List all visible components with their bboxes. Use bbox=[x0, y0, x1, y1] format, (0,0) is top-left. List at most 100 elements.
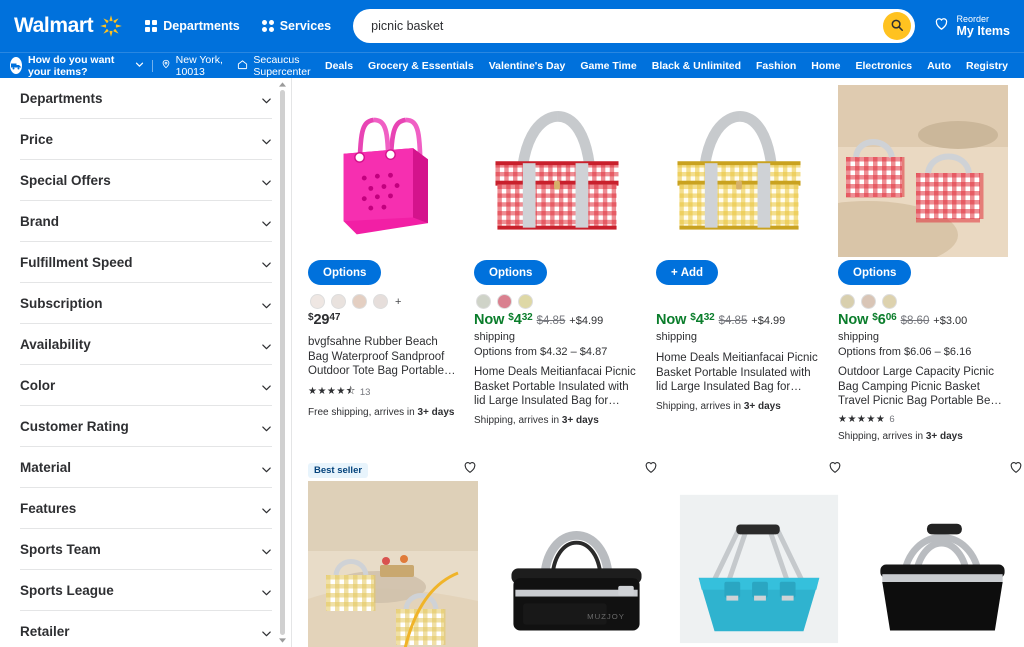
favorite-heart-icon[interactable] bbox=[462, 459, 478, 475]
color-swatch[interactable] bbox=[476, 294, 491, 309]
favorite-heart-icon[interactable] bbox=[1008, 459, 1024, 475]
services-menu[interactable]: Services bbox=[261, 19, 332, 33]
services-label: Services bbox=[279, 19, 332, 33]
filter-features[interactable]: Features bbox=[20, 488, 272, 529]
nav-item-registry[interactable]: Registry bbox=[966, 60, 1008, 72]
nav-item-deals[interactable]: Deals bbox=[325, 60, 353, 72]
product-title[interactable]: Home Deals Meitianfacai Picnic Basket Po… bbox=[656, 351, 822, 395]
location-selector[interactable]: New York, 10013 bbox=[161, 54, 229, 78]
product-card[interactable]: MUZJOY bbox=[494, 456, 675, 647]
filter-material[interactable]: Material bbox=[20, 447, 272, 488]
color-swatch[interactable] bbox=[518, 294, 533, 309]
scrollbar-thumb[interactable] bbox=[280, 90, 285, 635]
filter-availability[interactable]: Availability bbox=[20, 324, 272, 365]
nav-item-home[interactable]: Home bbox=[811, 60, 840, 72]
cta-label: Add bbox=[680, 266, 704, 279]
price-was: $4.85 bbox=[536, 315, 566, 327]
color-swatch[interactable] bbox=[497, 294, 512, 309]
product-thumbnail[interactable] bbox=[675, 481, 843, 647]
filter-list: Departments Price Special Offers Brand F… bbox=[0, 78, 291, 647]
options-button[interactable]: Options bbox=[838, 260, 912, 285]
filter-customer-rating[interactable]: Customer Rating bbox=[20, 406, 272, 447]
product-thumbnail[interactable] bbox=[859, 481, 1024, 647]
nav-item-black-unlimited[interactable]: Black & Unlimited bbox=[652, 60, 741, 72]
product-rating[interactable]: ★★★★⯪ 13 bbox=[308, 384, 458, 401]
filter-retailer[interactable]: Retailer bbox=[20, 611, 272, 647]
search-input[interactable] bbox=[353, 9, 915, 43]
color-swatch[interactable] bbox=[373, 294, 388, 309]
filter-sports-league[interactable]: Sports League bbox=[20, 570, 272, 611]
product-title[interactable]: bvgfsahne Rubber Beach Bag Waterproof Sa… bbox=[308, 335, 458, 379]
nav-item-valentines[interactable]: Valentine's Day bbox=[489, 60, 566, 72]
best-seller-badge: Best seller bbox=[308, 462, 369, 478]
add-to-cart-button[interactable]: + Add bbox=[656, 260, 719, 285]
filter-brand[interactable]: Brand bbox=[20, 201, 272, 242]
departments-menu[interactable]: Departments bbox=[145, 19, 240, 33]
nav-item-auto[interactable]: Auto bbox=[927, 60, 951, 72]
nav-item-fashion[interactable]: Fashion bbox=[756, 60, 796, 72]
walmart-wordmark: Walmart bbox=[14, 14, 94, 37]
product-image-black-basket: MUZJOY bbox=[511, 530, 642, 630]
favorite-heart-icon[interactable] bbox=[643, 459, 659, 475]
filter-price[interactable]: Price bbox=[20, 119, 272, 160]
color-swatch[interactable] bbox=[310, 294, 325, 309]
color-swatch[interactable] bbox=[840, 294, 855, 309]
search-submit-button[interactable] bbox=[882, 12, 911, 40]
filter-sports-team[interactable]: Sports Team bbox=[20, 529, 272, 570]
product-card[interactable]: Options Now $606 $8.60 +$3.00 shipping O… bbox=[838, 78, 1024, 442]
color-swatch[interactable] bbox=[882, 294, 897, 309]
product-thumbnail[interactable] bbox=[656, 82, 822, 260]
nav-item-grocery[interactable]: Grocery & Essentials bbox=[368, 60, 474, 72]
scroll-down-icon[interactable] bbox=[278, 636, 287, 645]
product-card[interactable]: + Add Now $432 $4.85 +$4.99 shipping Home… bbox=[656, 78, 838, 442]
product-thumbnail[interactable] bbox=[308, 82, 458, 260]
my-items-button[interactable]: Reorder My Items bbox=[933, 14, 1010, 38]
fulfillment-selector[interactable]: How do you want your items? bbox=[10, 54, 144, 78]
options-button[interactable]: Options bbox=[474, 260, 548, 285]
chevron-down-icon bbox=[261, 585, 272, 596]
filter-color[interactable]: Color bbox=[20, 365, 272, 406]
product-title[interactable]: Home Deals Meitianfacai Picnic Basket Po… bbox=[474, 365, 640, 409]
filter-special-offers[interactable]: Special Offers bbox=[20, 160, 272, 201]
color-swatch[interactable] bbox=[861, 294, 876, 309]
options-button[interactable]: Options bbox=[308, 260, 382, 285]
filter-departments[interactable]: Departments bbox=[20, 78, 272, 119]
walmart-logo[interactable]: Walmart bbox=[14, 14, 123, 38]
color-swatch[interactable] bbox=[352, 294, 367, 309]
sidebar-scrollbar[interactable] bbox=[278, 80, 287, 645]
product-thumbnail[interactable] bbox=[474, 82, 640, 260]
chevron-down-icon bbox=[261, 93, 272, 104]
chevron-down-icon bbox=[261, 175, 272, 186]
color-swatch[interactable] bbox=[331, 294, 346, 309]
product-card[interactable]: Options + $2947 bvgfsahne Rubber Beach B… bbox=[308, 78, 474, 442]
product-rating[interactable]: ★★★★★ 6 bbox=[838, 414, 1008, 425]
price-value: $432 bbox=[690, 312, 715, 328]
store-selector[interactable]: Secaucus Supercenter bbox=[237, 54, 325, 78]
cta-label: Options bbox=[489, 266, 533, 279]
product-thumbnail[interactable] bbox=[838, 82, 1008, 260]
chevron-down-icon bbox=[261, 257, 272, 268]
product-title[interactable]: Outdoor Large Capacity Picnic Bag Campin… bbox=[838, 365, 1008, 409]
product-price: $2947 bbox=[308, 312, 458, 328]
product-card[interactable]: Best seller bbox=[308, 456, 494, 647]
header-right: Reorder My Items bbox=[933, 14, 1010, 38]
svg-text:MUZJOY: MUZJOY bbox=[587, 611, 625, 620]
nav-item-electronics[interactable]: Electronics bbox=[855, 60, 912, 72]
filter-label: Sports Team bbox=[20, 542, 101, 557]
nav-item-game-time[interactable]: Game Time bbox=[580, 60, 636, 72]
delivery-truck-icon bbox=[10, 57, 22, 74]
product-card[interactable]: Options Now $432 $4.85 +$4.99 shipping O… bbox=[474, 78, 656, 442]
product-card[interactable] bbox=[859, 456, 1024, 647]
product-thumbnail[interactable] bbox=[308, 480, 478, 647]
filter-subscription[interactable]: Subscription bbox=[20, 283, 272, 324]
scroll-up-icon[interactable] bbox=[278, 80, 287, 89]
product-thumbnail[interactable]: MUZJOY bbox=[494, 481, 659, 647]
price-value: $432 bbox=[508, 312, 533, 328]
product-card[interactable] bbox=[675, 456, 859, 647]
more-swatches[interactable]: + bbox=[395, 296, 401, 308]
filter-label: Departments bbox=[20, 91, 103, 106]
favorite-heart-icon[interactable] bbox=[827, 459, 843, 475]
plus-icon: + bbox=[671, 266, 678, 279]
product-image-picnic-scene bbox=[838, 85, 1008, 257]
filter-fulfillment-speed[interactable]: Fulfillment Speed bbox=[20, 242, 272, 283]
